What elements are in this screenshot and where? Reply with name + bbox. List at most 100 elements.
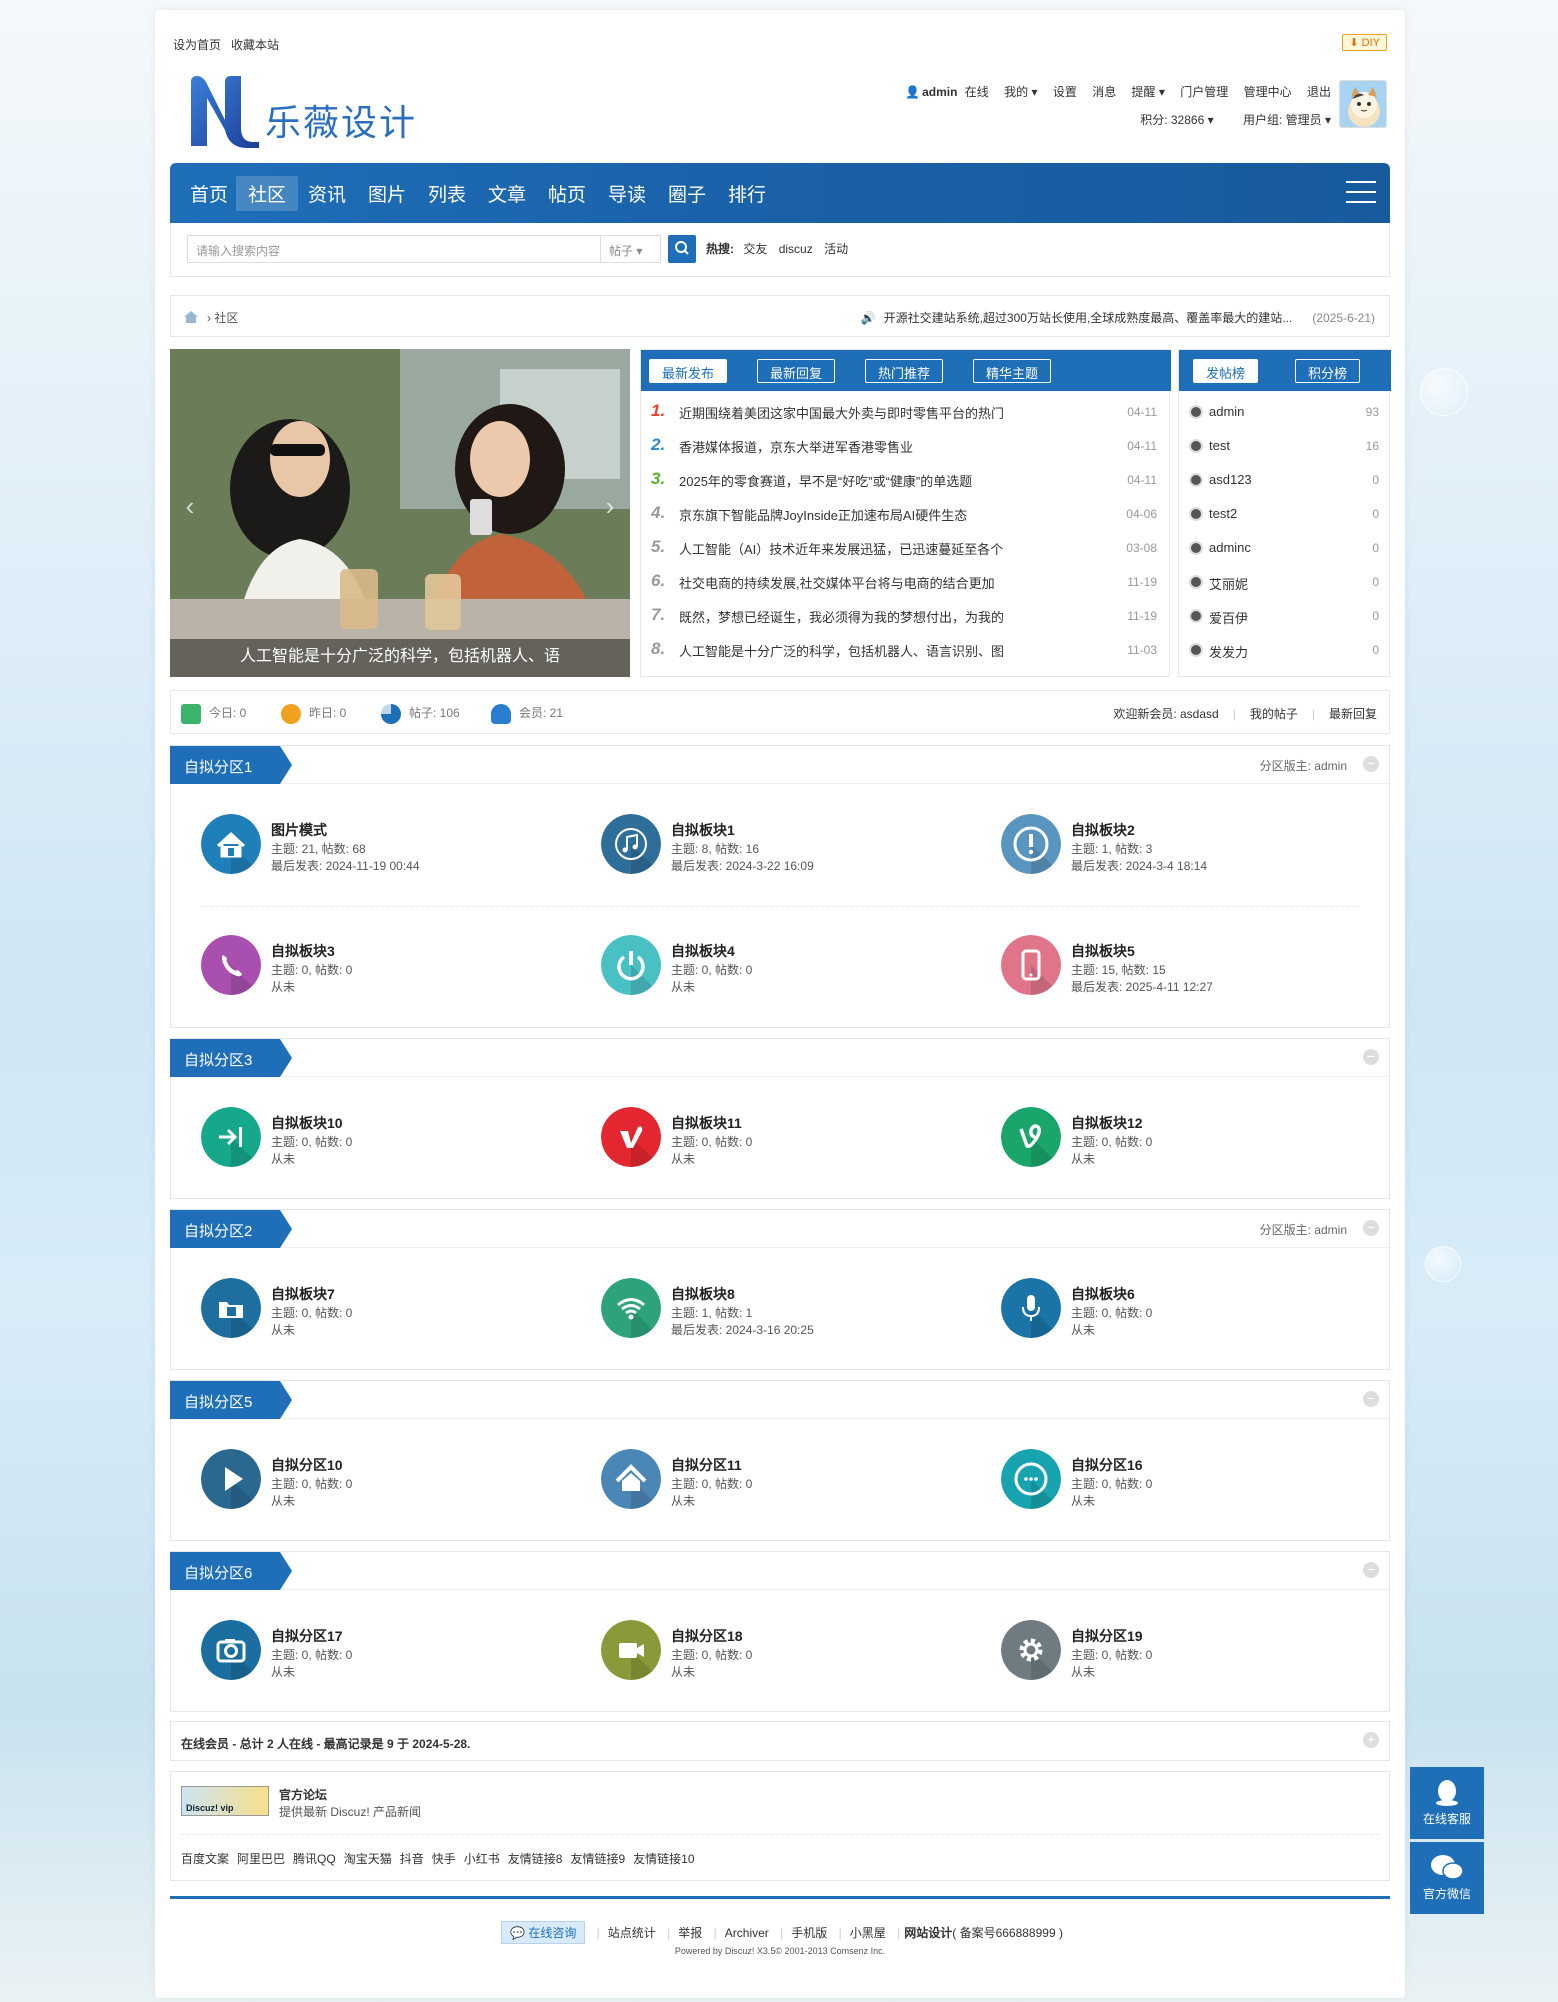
nav-news[interactable]: 资讯 — [308, 180, 346, 207]
rank-row[interactable]: test2 0 — [1189, 505, 1379, 525]
rank-username[interactable]: 发发力 — [1209, 642, 1248, 661]
collapse-icon[interactable]: − — [1363, 1391, 1379, 1407]
forum-item[interactable]: 自拟分区16 主题: 0, 帖数: 0 从未 — [1001, 1449, 1381, 1513]
login-icon[interactable] — [201, 1107, 261, 1167]
thread-row[interactable]: 5. 人工智能（AI）技术近年来发展迅猛，已迅速蔓延至各个 03-08 — [651, 537, 1161, 559]
search-input[interactable]: 请输入搜索内容 — [187, 235, 601, 263]
play-icon[interactable] — [201, 1449, 261, 1509]
section-moderator[interactable]: 分区版主: admin — [1260, 1221, 1347, 1238]
forum-last-post[interactable]: 从未 — [1071, 1492, 1095, 1509]
friend-link[interactable]: 淘宝天猫 — [344, 1852, 392, 1866]
forum-name[interactable]: 自拟板块6 — [1071, 1284, 1135, 1304]
forum-last-post[interactable]: 从未 — [671, 1663, 695, 1680]
collapse-icon[interactable]: − — [1363, 1562, 1379, 1578]
friend-link[interactable]: 友情链接9 — [570, 1852, 625, 1866]
icp-number[interactable]: ( 备案号666888999 ) — [952, 1926, 1063, 1940]
forum-item[interactable]: 自拟分区10 主题: 0, 帖数: 0 从未 — [201, 1449, 581, 1513]
forum-item[interactable]: 自拟分区11 主题: 0, 帖数: 0 从未 — [601, 1449, 981, 1513]
avatar[interactable] — [1189, 575, 1203, 589]
rank-row[interactable]: admin 93 — [1189, 403, 1379, 423]
forum-name[interactable]: 自拟板块12 — [1071, 1113, 1143, 1133]
forum-name[interactable]: 自拟板块2 — [1071, 820, 1135, 840]
forum-last-post[interactable]: 最后发表: 2024-3-22 16:09 — [671, 857, 814, 874]
forum-last-post[interactable]: 从未 — [271, 1150, 295, 1167]
nav-articles[interactable]: 文章 — [488, 180, 526, 207]
forum-last-post[interactable]: 从未 — [271, 1321, 295, 1338]
avatar[interactable] — [1189, 507, 1203, 521]
forum-name[interactable]: 自拟分区11 — [671, 1455, 742, 1475]
thread-title[interactable]: 京东旗下智能品牌JoyInside正加速布局AI硬件生态 — [679, 505, 1059, 524]
forum-last-post[interactable]: 最后发表: 2024-3-4 18:14 — [1071, 857, 1207, 874]
forum-last-post[interactable]: 从未 — [271, 1663, 295, 1680]
forum-name[interactable]: 自拟分区18 — [671, 1626, 743, 1646]
chat-icon[interactable] — [1001, 1449, 1061, 1509]
forum-name[interactable]: 自拟板块3 — [271, 941, 335, 961]
footer-link[interactable]: 手机版 — [791, 1926, 827, 1940]
thread-title[interactable]: 既然，梦想已经诞生，我必须得为我的梦想付出，为我的 — [679, 607, 1059, 626]
forum-item[interactable]: 自拟板块12 主题: 0, 帖数: 0 从未 — [1001, 1107, 1381, 1171]
forum-item[interactable]: 自拟分区19 主题: 0, 帖数: 0 从未 — [1001, 1620, 1381, 1684]
forum-name[interactable]: 自拟分区10 — [271, 1455, 343, 1475]
search-type-select[interactable]: 帖子 ▾ — [601, 235, 661, 263]
section-title[interactable]: 自拟分区6 — [170, 1552, 292, 1590]
forum-last-post[interactable]: 从未 — [671, 1150, 695, 1167]
diy-button[interactable]: ⬇ DIY — [1342, 34, 1387, 51]
forum-last-post[interactable]: 从未 — [671, 1492, 695, 1509]
video-icon[interactable] — [601, 1620, 661, 1680]
nav-circles[interactable]: 圈子 — [668, 180, 706, 207]
hot-keyword[interactable]: 交友 — [743, 242, 767, 256]
forum-name[interactable]: 自拟板块1 — [671, 820, 735, 840]
avatar[interactable] — [1189, 473, 1203, 487]
footer-link[interactable]: 小黑屋 — [850, 1926, 886, 1940]
forum-last-post[interactable]: 从未 — [271, 1492, 295, 1509]
home-icon[interactable] — [183, 310, 199, 324]
thread-row[interactable]: 1. 近期围绕着美团这家中国最大外卖与即时零售平台的热门 04-11 — [651, 401, 1161, 423]
tab-hot[interactable]: 热门推荐 — [865, 359, 944, 383]
user-avatar[interactable] — [1339, 80, 1387, 128]
slider-prev-icon[interactable]: ‹ — [176, 491, 204, 531]
forum-name[interactable]: 自拟分区19 — [1071, 1626, 1143, 1646]
nav-posts[interactable]: 帖页 — [548, 180, 586, 207]
forum-item[interactable]: 自拟板块10 主题: 0, 帖数: 0 从未 — [201, 1107, 581, 1171]
nav-guide[interactable]: 导读 — [608, 180, 646, 207]
friend-link[interactable]: 抖音 — [400, 1852, 424, 1866]
my-menu[interactable]: 我的 ▾ — [1004, 85, 1037, 99]
rank-username[interactable]: asd123 — [1209, 472, 1252, 487]
consult-button[interactable]: 💬 在线咨询 — [501, 1921, 586, 1944]
messages-link[interactable]: 消息 — [1092, 85, 1116, 99]
forum-name[interactable]: 自拟板块7 — [271, 1284, 335, 1304]
thread-title[interactable]: 人工智能是十分广泛的科学，包括机器人、语言识别、图 — [679, 641, 1059, 660]
online-service-button[interactable]: 在线客服 — [1410, 1767, 1484, 1839]
section-title[interactable]: 自拟分区1 — [170, 746, 292, 784]
forum-item[interactable]: 图片模式 主题: 21, 帖数: 68 最后发表: 2024-11-19 00:44 — [201, 814, 581, 878]
avatar[interactable] — [1189, 643, 1203, 657]
latest-reply-link[interactable]: 最新回复 — [1329, 707, 1377, 721]
forum-last-post[interactable]: 从未 — [1071, 1663, 1095, 1680]
discuz-logo[interactable]: Discuz! vip — [181, 1786, 269, 1816]
alert-icon[interactable] — [1001, 814, 1061, 874]
online-summary[interactable]: 在线会员 - 总计 2 人在线 - 最高记录是 9 于 2024-5-28. — [181, 1735, 470, 1752]
admin-center-link[interactable]: 管理中心 — [1244, 85, 1292, 99]
thread-row[interactable]: 6. 社交电商的持续发展,社交媒体平台将与电商的结合更加 11-19 — [651, 571, 1161, 593]
forum-last-post[interactable]: 最后发表: 2025-4-11 12:27 — [1071, 978, 1213, 995]
rank-row[interactable]: test 16 — [1189, 437, 1379, 457]
folder-icon[interactable] — [201, 1278, 261, 1338]
wifi-icon[interactable] — [601, 1278, 661, 1338]
phone-icon[interactable] — [201, 935, 261, 995]
hot-keyword[interactable]: discuz — [779, 242, 813, 256]
forum-item[interactable]: 自拟板块11 主题: 0, 帖数: 0 从未 — [601, 1107, 981, 1171]
collapse-icon[interactable]: − — [1363, 756, 1379, 772]
thread-title[interactable]: 人工智能（AI）技术近年来发展迅猛，已迅速蔓延至各个 — [679, 539, 1059, 558]
forum-name[interactable]: 自拟分区17 — [271, 1626, 343, 1646]
rank-username[interactable]: 爱百伊 — [1209, 608, 1248, 627]
forum-last-post[interactable]: 从未 — [1071, 1150, 1095, 1167]
thread-title[interactable]: 社交电商的持续发展,社交媒体平台将与电商的结合更加 — [679, 573, 1059, 592]
rank-row[interactable]: asd123 0 — [1189, 471, 1379, 491]
music-icon[interactable] — [601, 814, 661, 874]
avatar[interactable] — [1189, 609, 1203, 623]
forum-last-post[interactable]: 最后发表: 2024-3-16 20:25 — [671, 1321, 814, 1338]
mobile-icon[interactable] — [1001, 935, 1061, 995]
collapse-icon[interactable]: + — [1363, 1732, 1379, 1748]
official-forum-link[interactable]: 官方论坛 — [279, 1786, 327, 1803]
forum-name[interactable]: 自拟板块8 — [671, 1284, 735, 1304]
